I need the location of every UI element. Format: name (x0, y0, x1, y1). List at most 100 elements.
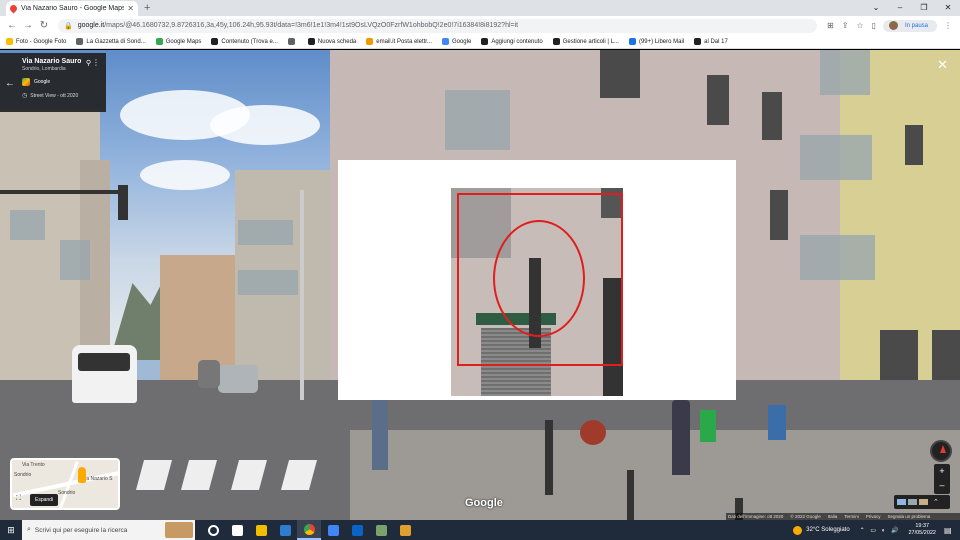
back-icon[interactable]: ← (4, 20, 20, 31)
balcony (800, 135, 872, 180)
taskbar-app-mail[interactable] (345, 520, 369, 540)
bookmark-item[interactable]: Gestione articoli | L... (552, 38, 619, 45)
forward-icon[interactable]: → (20, 20, 36, 31)
expand-button[interactable]: Espandi (30, 494, 59, 506)
notifications-icon[interactable]: ▤ (944, 526, 956, 535)
bookmark-item[interactable]: (99+) Libero Mail (628, 38, 685, 45)
tab-maps[interactable]: Via Nazario Sauro - Google Maps ✕ (6, 1, 138, 16)
tab-close-icon[interactable]: ✕ (127, 4, 134, 13)
chevron-up-icon[interactable]: ⌃ (933, 498, 939, 506)
bookmark-item[interactable] (287, 38, 298, 45)
menu-icon[interactable]: ⋮ (944, 21, 952, 30)
balcony (820, 50, 870, 95)
balcony (445, 90, 510, 150)
bookmark-label: Aggiungi contenuto (491, 38, 543, 45)
address-bar[interactable]: 🔒 google.it /maps/@46.1680732,9.8726316,… (58, 18, 817, 33)
balcony (60, 240, 90, 280)
traffic-pole (545, 420, 553, 495)
window (905, 125, 923, 165)
tab-search-button[interactable]: ⌄ (864, 0, 888, 16)
time: 19:37 (915, 523, 930, 529)
taskbar-search[interactable]: ⌕ Scrivi qui per eseguire la ricerca (22, 520, 195, 540)
bookmark-item[interactable]: email.it Posta elettr... (366, 38, 432, 45)
bookmark-label: email.it Posta elettr... (376, 38, 432, 45)
screen: Via Nazario Sauro - Google Maps ✕ + ⌄ – … (0, 0, 960, 540)
bookmark-star-icon[interactable]: ☆ (856, 21, 863, 30)
taskbar-app-file-explorer[interactable] (249, 520, 273, 540)
weather-widget[interactable]: 32°C Soleggiato (793, 525, 850, 535)
bookmark-item[interactable]: Google (441, 38, 471, 45)
bookmark-item[interactable]: Foto - Google Foto (6, 38, 66, 45)
side-panel-icon[interactable]: ▯ (872, 21, 876, 30)
tray-icons[interactable]: ⌃ ▭ ◐ 🔊 (860, 527, 901, 534)
taskbar-app-store[interactable] (273, 520, 297, 540)
close-window-button[interactable]: ✕ (936, 0, 960, 16)
bookmark-item[interactable]: al Dal 17 (694, 38, 728, 45)
fullscreen-icon[interactable]: ⛶ (16, 495, 21, 503)
install-icon[interactable]: ⊞ (827, 21, 834, 30)
provider-label: Google (34, 79, 51, 85)
car (218, 365, 258, 393)
bookmark-icon (155, 38, 163, 45)
country-link[interactable]: Italia (828, 514, 838, 519)
share-icon[interactable]: ⇪ (842, 21, 849, 30)
profile-button[interactable]: In pausa (882, 19, 937, 32)
traffic-light-arm (0, 190, 120, 194)
window (762, 92, 782, 140)
pin-icon[interactable]: ⚲ (86, 59, 91, 67)
new-tab-button[interactable]: + (144, 1, 150, 16)
bookmark-icon (628, 38, 636, 45)
more-options-icon[interactable]: ⋮ (92, 58, 100, 67)
bookmark-label: Contenuto (Trova e... (221, 38, 278, 45)
taskbar-app-docs[interactable] (321, 520, 345, 540)
balcony (10, 210, 45, 240)
back-arrow-icon[interactable]: ← (5, 78, 15, 89)
van (72, 345, 137, 403)
profile-status: In pausa (904, 22, 928, 29)
zoom-out-button[interactable]: – (934, 478, 950, 492)
task-view-icon (231, 524, 243, 536)
browser-toolbar: ← → ↻ 🔒 google.it /maps/@46.1680732,9.87… (0, 16, 960, 35)
date-selector[interactable]: ◷ Street View - ott 2020 (22, 92, 100, 100)
bookmark-label: al Dal 17 (704, 38, 728, 45)
lock-icon[interactable]: 🔒 (64, 22, 73, 30)
bookmark-item[interactable]: La Gazzetta di Sond... (76, 38, 146, 45)
minimize-button[interactable]: – (888, 0, 912, 16)
url-host: google.it (77, 22, 105, 29)
reload-icon[interactable]: ↻ (36, 20, 52, 31)
taskbar-app-media[interactable] (393, 520, 417, 540)
cloud (210, 105, 320, 145)
windows-start-icon[interactable]: ⊞ (0, 525, 22, 536)
sidewalk (350, 430, 960, 520)
bookmark-item[interactable]: Contenuto (Trova e... (211, 38, 278, 45)
pegman-icon[interactable] (78, 467, 86, 483)
signboard (768, 405, 786, 440)
clock[interactable]: 19:37 27/05/2022 (908, 523, 936, 537)
compass-icon[interactable] (930, 440, 952, 462)
zoom-in-button[interactable]: + (934, 464, 950, 478)
imagery-strip[interactable]: ⌃ (894, 495, 950, 509)
bookmark-label: Foto - Google Foto (16, 38, 67, 45)
report-problem-link[interactable]: Segnala un problema (888, 514, 931, 519)
taskbar: ⊞ ⌕ Scrivi qui per eseguire la ricerca 3… (0, 520, 960, 540)
privacy-link[interactable]: Privacy (866, 514, 881, 519)
bookmark-item[interactable]: Aggiungi contenuto (481, 38, 543, 45)
taskbar-app-cortana[interactable] (201, 520, 225, 540)
close-street-view-icon[interactable]: ✕ (937, 58, 948, 71)
bookmark-icon (694, 38, 702, 45)
maximize-button[interactable]: ❐ (912, 0, 936, 16)
map-label: Via Nazario S (82, 476, 113, 482)
cortana-icon (207, 524, 219, 536)
taskbar-app-app[interactable] (369, 520, 393, 540)
taskbar-app-task-view[interactable] (225, 520, 249, 540)
terms-link[interactable]: Termini (844, 514, 859, 519)
mini-map[interactable]: Sondrio Via Nazario S Via Trento Sondrio… (10, 458, 120, 510)
google-watermark: Google (465, 497, 503, 509)
mail-icon (351, 524, 363, 536)
url-path: /maps/@46.1680732,9.8726316,3a,45y,106.2… (104, 22, 519, 29)
bookmark-item[interactable]: Google Maps (155, 38, 201, 45)
bookmark-label: (99+) Libero Mail (638, 38, 685, 45)
balcony (238, 270, 298, 295)
bookmark-item[interactable]: Nuova scheda (307, 38, 356, 45)
taskbar-app-chrome[interactable] (297, 520, 321, 540)
